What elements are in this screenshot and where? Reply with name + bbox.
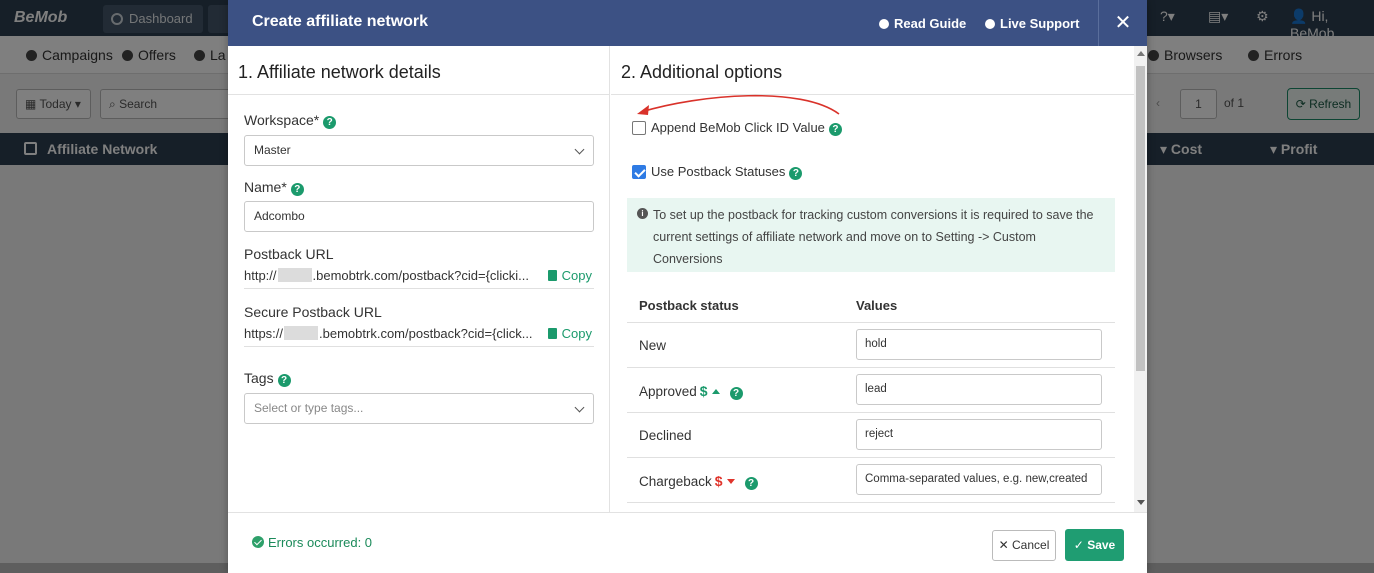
check-circle-icon xyxy=(252,536,264,548)
question-icon xyxy=(879,19,889,29)
column-postback-status: Postback status xyxy=(639,298,739,313)
status-label: Approved $? xyxy=(639,383,743,400)
use-postback-statuses-checkbox[interactable] xyxy=(632,165,646,179)
new-status-input[interactable]: hold xyxy=(856,329,1102,360)
name-label: Name*? xyxy=(244,179,304,196)
scroll-up-arrow[interactable] xyxy=(1137,51,1145,56)
chargeback-status-input[interactable]: Comma-separated values, e.g. new,created xyxy=(856,464,1102,495)
redacted-domain xyxy=(277,268,312,282)
table-row-approved: Approved $? lead xyxy=(627,368,1115,413)
tags-select[interactable]: Select or type tags... xyxy=(244,393,594,424)
status-label: Declined xyxy=(639,428,692,443)
divider xyxy=(228,94,609,95)
errors-status: Errors occurred: 0 xyxy=(252,535,372,550)
options-panel: 2. Additional options Append BeMob Click… xyxy=(611,46,1134,512)
copy-icon xyxy=(547,270,557,281)
status-label: New xyxy=(639,338,667,353)
secure-postback-url-field[interactable]: https://.bemobtrk.com/postback?cid={clic… xyxy=(244,325,594,347)
modal-title: Create affiliate network xyxy=(252,13,429,30)
help-icon[interactable]: ? xyxy=(744,477,758,490)
help-icon[interactable]: ? xyxy=(323,116,337,129)
help-icon[interactable]: ? xyxy=(290,183,304,196)
status-label: Chargeback $? xyxy=(639,473,758,490)
check-icon: ✓ xyxy=(1073,538,1084,552)
workspace-select[interactable]: Master xyxy=(244,135,594,166)
scroll-down-arrow[interactable] xyxy=(1137,500,1145,505)
annotation-arrow xyxy=(637,94,840,115)
secure-postback-url-label: Secure Postback URL xyxy=(244,304,382,320)
caret-up-icon xyxy=(711,389,720,394)
table-row-new: New hold xyxy=(627,323,1115,368)
help-icon[interactable]: ? xyxy=(277,374,291,387)
tags-label: Tags? xyxy=(244,370,291,387)
copy-secure-postback-button[interactable]: Copy xyxy=(547,325,592,343)
info-notice: i To set up the postback for tracking cu… xyxy=(627,198,1115,272)
cancel-button[interactable]: ✕ Cancel xyxy=(992,530,1056,561)
close-button[interactable]: ✕ xyxy=(1098,0,1147,46)
details-section-title: 1. Affiliate network details xyxy=(238,62,441,82)
details-panel: 1. Affiliate network details Workspace*?… xyxy=(228,46,610,512)
dollar-icon: $ xyxy=(699,383,708,399)
create-affiliate-network-modal: Create affiliate network Read Guide Live… xyxy=(228,0,1147,573)
copy-postback-button[interactable]: Copy xyxy=(547,267,592,285)
modal-footer: Errors occurred: 0 ✕ Cancel ✓ Save xyxy=(228,512,1147,573)
postback-url-field[interactable]: http://.bemobtrk.com/postback?cid={click… xyxy=(244,267,594,289)
redacted-domain xyxy=(284,326,319,340)
close-icon: ✕ xyxy=(1114,12,1132,34)
table-header: Postback status Values xyxy=(627,286,1115,323)
dollar-icon: $ xyxy=(714,473,723,489)
scrollbar-thumb[interactable] xyxy=(1136,66,1145,371)
live-support-link[interactable]: Live Support xyxy=(985,16,1079,31)
close-icon: ✕ xyxy=(998,538,1009,552)
help-icon[interactable]: ? xyxy=(729,387,743,400)
declined-status-input[interactable]: reject xyxy=(856,419,1102,450)
table-row-declined: Declined reject xyxy=(627,413,1115,458)
modal-header: Create affiliate network Read Guide Live… xyxy=(228,0,1147,46)
table-row-chargeback: Chargeback $? Comma-separated values, e.g… xyxy=(627,458,1115,503)
chevron-down-icon xyxy=(574,402,585,413)
name-input[interactable]: Adcombo xyxy=(244,201,594,232)
copy-icon xyxy=(547,328,557,339)
read-guide-link[interactable]: Read Guide xyxy=(879,16,966,31)
chevron-down-icon xyxy=(574,144,585,155)
modal-scrollbar[interactable] xyxy=(1134,46,1147,512)
help-icon[interactable]: ? xyxy=(789,167,803,180)
workspace-label: Workspace*? xyxy=(244,112,337,129)
use-postback-statuses-option[interactable]: Use Postback Statuses? xyxy=(632,164,803,180)
save-button[interactable]: ✓ Save xyxy=(1065,529,1124,561)
chat-icon xyxy=(985,19,995,29)
postback-url-label: Postback URL xyxy=(244,246,334,262)
info-icon: i xyxy=(637,208,648,219)
approved-status-input[interactable]: lead xyxy=(856,374,1102,405)
column-values: Values xyxy=(856,298,898,313)
caret-down-icon xyxy=(726,479,735,484)
